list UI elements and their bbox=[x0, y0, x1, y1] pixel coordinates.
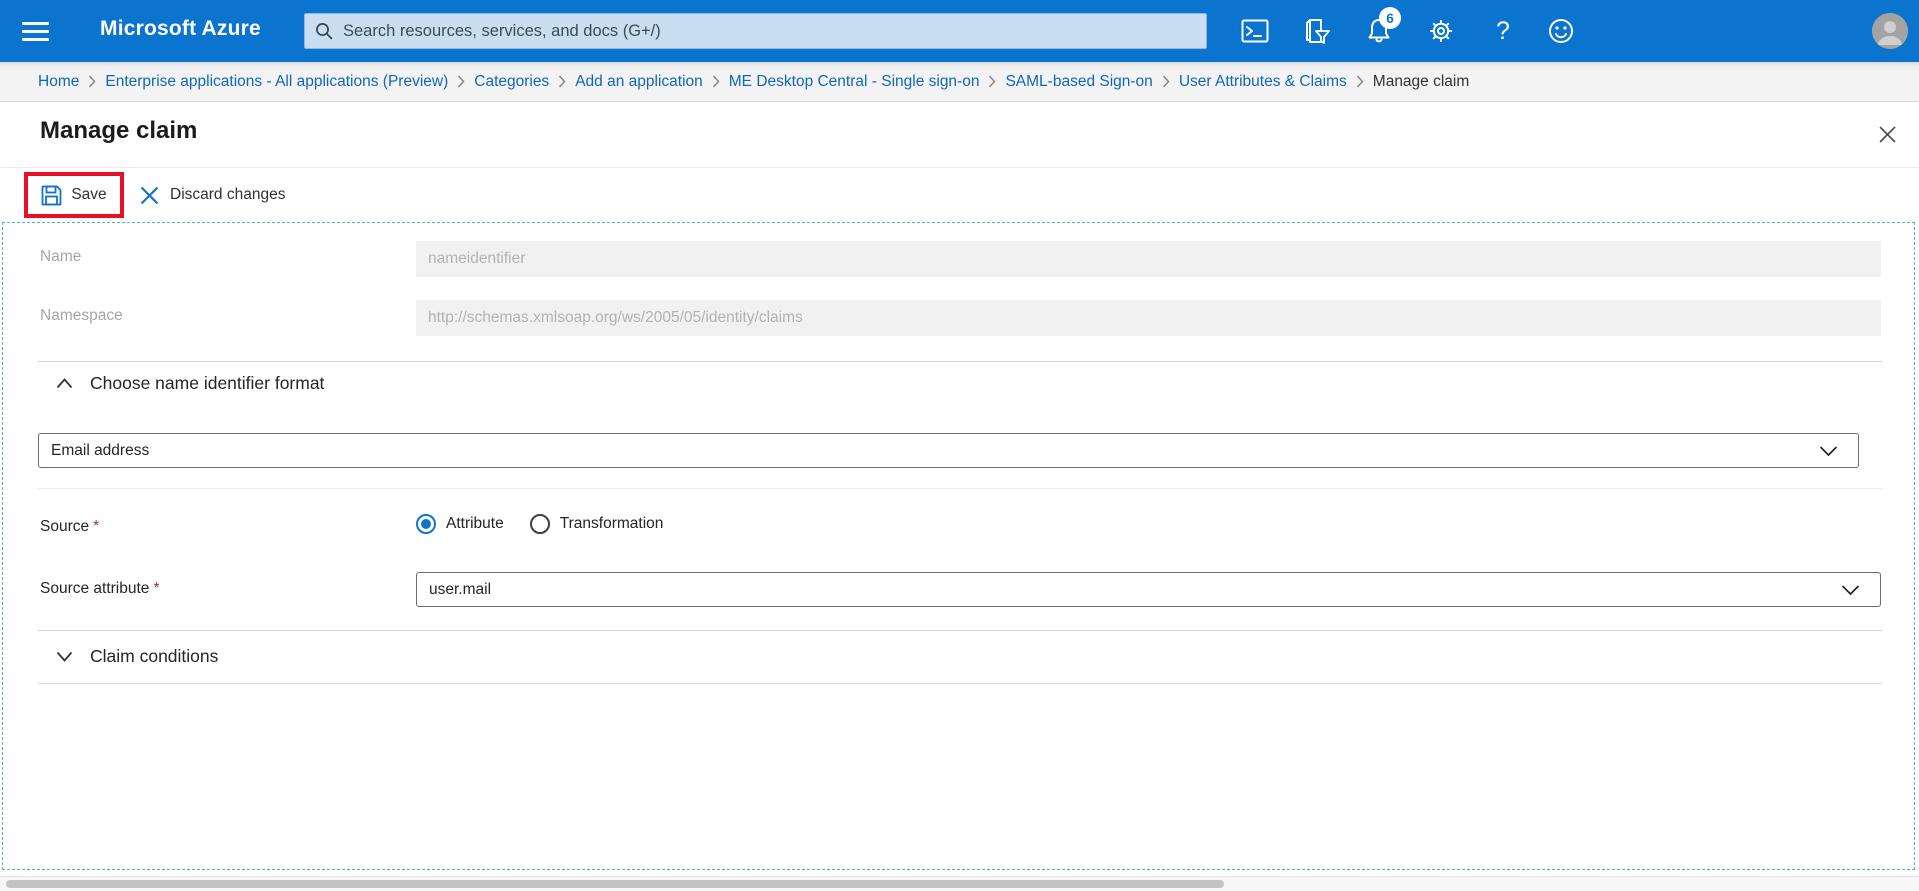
chevron-up-icon bbox=[56, 378, 73, 389]
manage-claim-form: Name nameidentifier Namespace http://sch… bbox=[0, 222, 1919, 870]
breadcrumb-separator-icon bbox=[558, 75, 566, 88]
search-icon bbox=[316, 23, 333, 40]
divider bbox=[38, 361, 1882, 362]
breadcrumb-categories[interactable]: Categories bbox=[474, 73, 549, 91]
namespace-label: Namespace bbox=[40, 307, 123, 324]
required-marker: * bbox=[153, 580, 160, 597]
radio-unselected-icon bbox=[529, 514, 550, 534]
source-radio-group: Attribute Transformation bbox=[416, 514, 663, 534]
help-icon[interactable]: ? bbox=[1486, 15, 1520, 47]
breadcrumb-user-attributes-claims[interactable]: User Attributes & Claims bbox=[1179, 73, 1347, 91]
scrollbar-thumb[interactable] bbox=[6, 880, 1224, 888]
global-search[interactable] bbox=[304, 13, 1207, 49]
save-button[interactable]: Save bbox=[41, 185, 107, 206]
required-marker: * bbox=[93, 518, 100, 535]
breadcrumb-saml-based-sign-on[interactable]: SAML-based Sign-on bbox=[1005, 73, 1152, 91]
name-identifier-format-dropdown[interactable]: Email address bbox=[38, 433, 1859, 468]
source-attribute-dropdown[interactable]: user.mail bbox=[416, 572, 1881, 607]
source-attribute-value: user.mail bbox=[429, 580, 492, 598]
breadcrumb-current-manage-claim: Manage claim bbox=[1372, 72, 1470, 90]
breadcrumb-separator-icon bbox=[88, 75, 96, 88]
divider bbox=[38, 488, 1882, 489]
search-input[interactable] bbox=[343, 21, 1196, 41]
namespace-field: http://schemas.xmlsoap.org/ws/2005/05/id… bbox=[416, 300, 1881, 336]
section-title: Choose name identifier format bbox=[90, 373, 325, 393]
radio-selected-icon bbox=[416, 514, 436, 534]
save-label: Save bbox=[71, 186, 107, 203]
breadcrumb-app-single-sign-on[interactable]: ME Desktop Central - Single sign-on bbox=[729, 73, 980, 91]
azure-portal-page: Microsoft Azure Search resources, servic… bbox=[0, 0, 1919, 891]
account-avatar[interactable] bbox=[1872, 13, 1908, 49]
source-transformation-radio[interactable]: Transformation bbox=[529, 514, 663, 534]
breadcrumb: Home Enterprise applications - All appli… bbox=[0, 62, 1919, 102]
section-title: Claim conditions bbox=[90, 646, 219, 666]
directory-filter-icon[interactable] bbox=[1300, 15, 1334, 47]
source-attribute-radio[interactable]: Attribute bbox=[416, 514, 504, 534]
brand-title: Microsoft Azure bbox=[100, 17, 261, 40]
divider bbox=[38, 630, 1882, 631]
name-identifier-format-section-header[interactable]: Choose name identifier format bbox=[56, 373, 324, 394]
chevron-down-icon bbox=[1819, 445, 1838, 456]
breadcrumb-separator-icon bbox=[712, 75, 720, 88]
breadcrumb-separator-icon bbox=[988, 75, 996, 88]
top-header-bar: Microsoft Azure Search resources, servic… bbox=[0, 0, 1919, 62]
chevron-down-icon bbox=[1841, 584, 1860, 595]
name-field: nameidentifier bbox=[416, 241, 1881, 277]
breadcrumb-separator-icon bbox=[1356, 75, 1364, 88]
breadcrumb-home[interactable]: Home bbox=[38, 73, 79, 91]
hamburger-menu-icon[interactable] bbox=[22, 17, 52, 45]
close-blade-button[interactable] bbox=[1873, 120, 1901, 148]
blade-header: Manage claim bbox=[0, 102, 1919, 168]
source-label: Source * bbox=[40, 518, 100, 535]
notification-badge: 6 bbox=[1379, 7, 1401, 29]
breadcrumb-separator-icon bbox=[457, 75, 465, 88]
save-icon bbox=[41, 185, 62, 205]
notifications-bell-icon[interactable]: 6 bbox=[1362, 7, 1401, 47]
selected-format-value: Email address bbox=[51, 441, 150, 459]
breadcrumb-add-an-application[interactable]: Add an application bbox=[575, 73, 703, 91]
discard-changes-button[interactable]: Discard changes bbox=[140, 168, 285, 222]
cloud-shell-icon[interactable] bbox=[1238, 15, 1272, 47]
claim-conditions-section-header[interactable]: Claim conditions bbox=[56, 646, 218, 667]
feedback-smiley-icon[interactable] bbox=[1544, 15, 1578, 47]
chevron-down-icon bbox=[56, 651, 73, 662]
source-attribute-label: Source attribute * bbox=[40, 580, 160, 597]
command-bar: Save Discard changes bbox=[0, 168, 1919, 222]
discard-x-icon bbox=[140, 186, 159, 204]
name-label: Name bbox=[40, 248, 82, 265]
divider bbox=[38, 683, 1882, 684]
breadcrumb-enterprise-applications[interactable]: Enterprise applications - All applicatio… bbox=[105, 73, 448, 91]
discard-changes-label: Discard changes bbox=[170, 186, 286, 203]
save-highlight-annotation: Save bbox=[24, 172, 124, 218]
horizontal-scrollbar[interactable] bbox=[0, 876, 1919, 891]
close-icon bbox=[1878, 125, 1896, 143]
settings-gear-icon[interactable] bbox=[1424, 15, 1458, 47]
breadcrumb-separator-icon bbox=[1162, 75, 1170, 88]
page-title: Manage claim bbox=[40, 117, 198, 144]
